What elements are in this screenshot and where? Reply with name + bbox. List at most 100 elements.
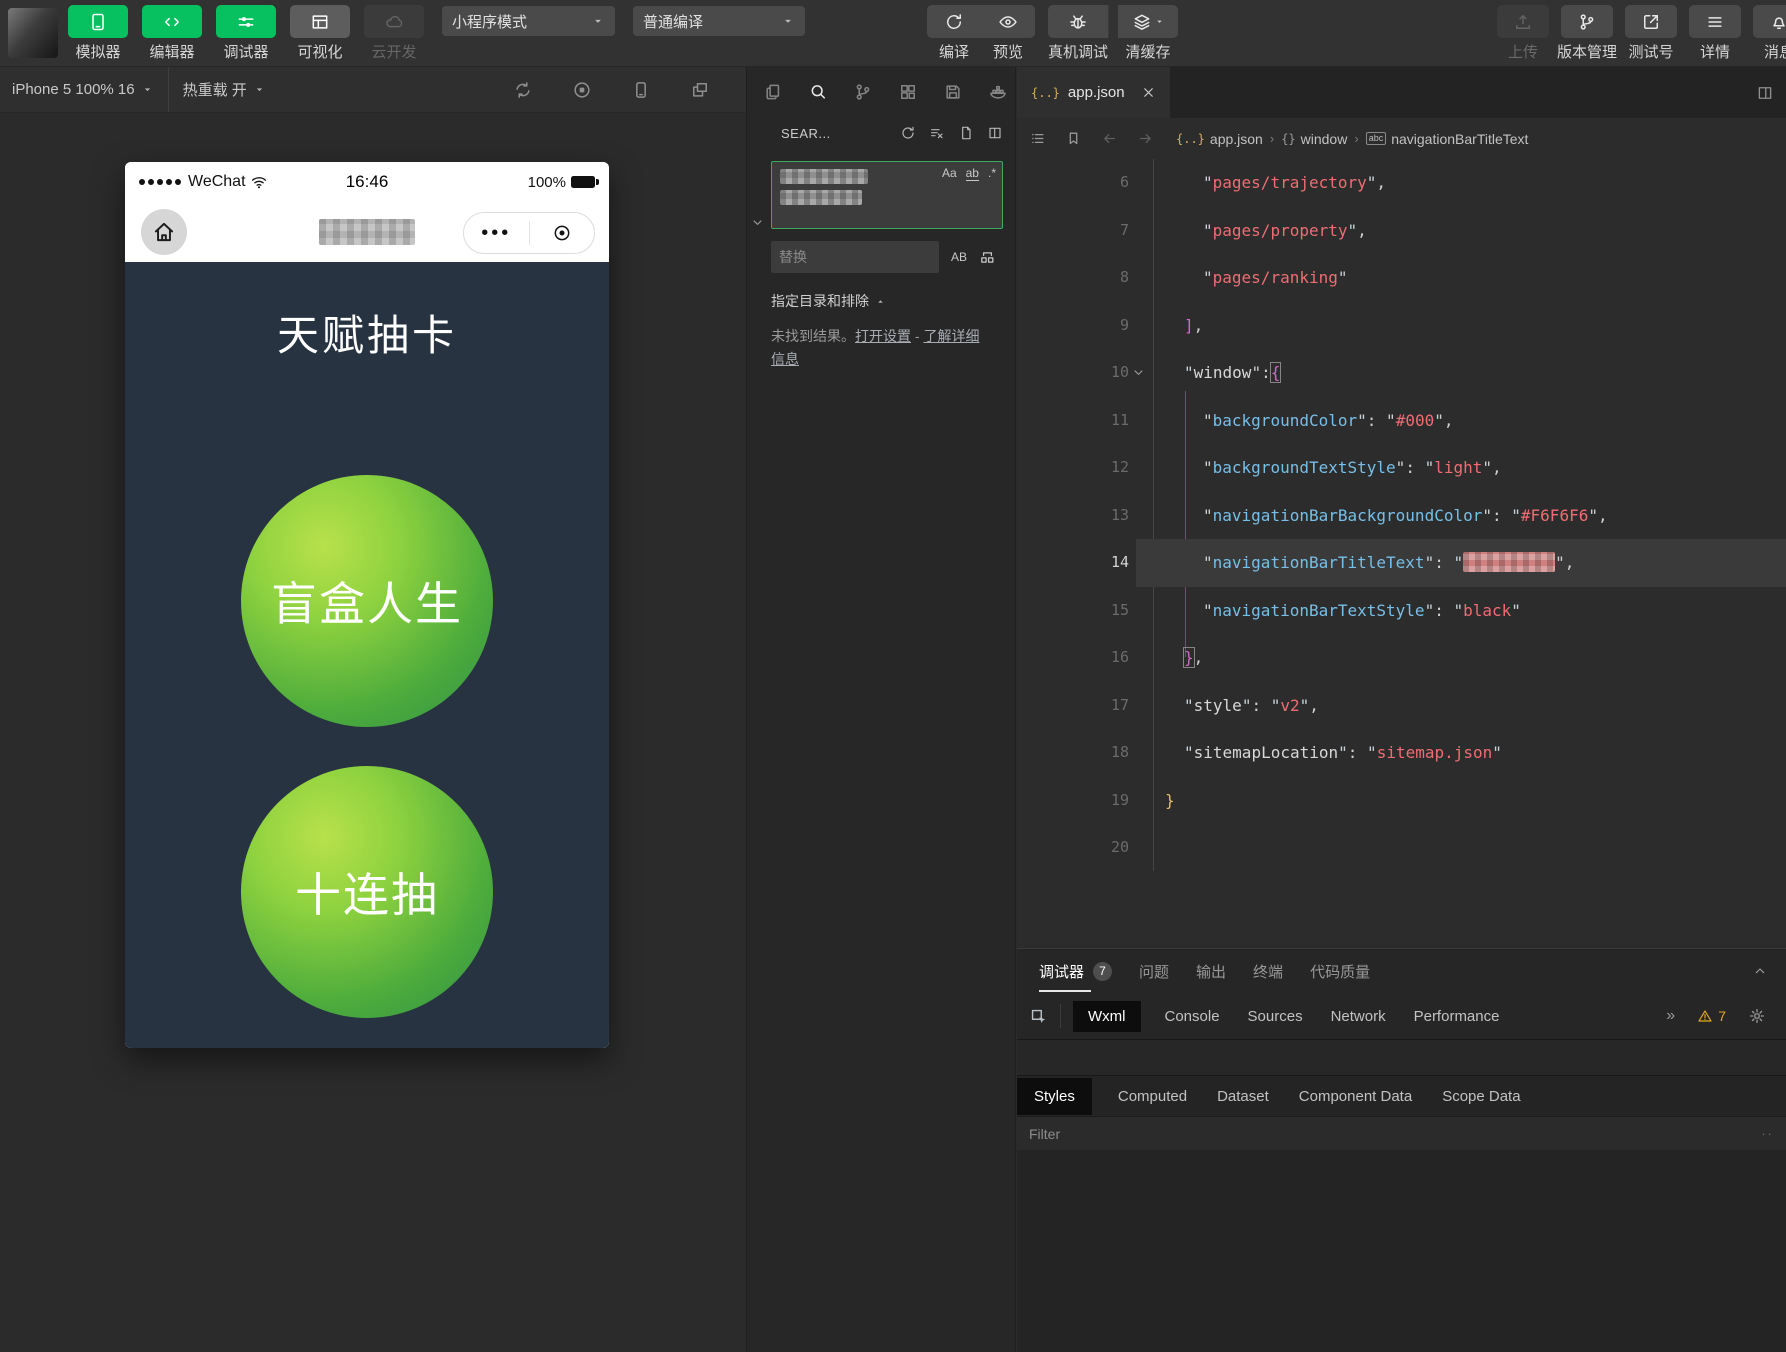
inspector-tab-performance[interactable]: Performance bbox=[1414, 1008, 1500, 1025]
hot-reload-toggle[interactable]: 热重载 开 bbox=[183, 79, 266, 100]
devtools-tab-debugger[interactable]: 调试器7 bbox=[1039, 961, 1112, 982]
filter-options-icon[interactable]: ·· bbox=[1761, 1126, 1774, 1141]
avatar[interactable] bbox=[8, 8, 58, 58]
layers-icon bbox=[1132, 12, 1152, 32]
code-line: 10"window":{ bbox=[1017, 349, 1786, 397]
inspector-tab-sources[interactable]: Sources bbox=[1248, 1008, 1303, 1025]
inspect-icon[interactable] bbox=[1029, 1007, 1048, 1026]
line-number: 16 bbox=[1017, 634, 1129, 682]
devtools-tab-output[interactable]: 输出 bbox=[1196, 961, 1226, 982]
code-token: " bbox=[1184, 363, 1194, 382]
activity-save-icon[interactable] bbox=[943, 82, 963, 102]
replace-input[interactable]: 替换 bbox=[771, 241, 939, 273]
activity-source-control-icon[interactable] bbox=[853, 82, 873, 102]
signal-dot bbox=[175, 179, 181, 185]
code-token: " bbox=[1511, 601, 1521, 620]
match-case-toggle[interactable]: Aa bbox=[942, 166, 957, 181]
more-tabs-icon[interactable]: » bbox=[1666, 1007, 1675, 1025]
inspector-tab-network[interactable]: Network bbox=[1331, 1008, 1386, 1025]
device-icon[interactable] bbox=[631, 80, 651, 100]
line-number: 18 bbox=[1017, 729, 1129, 777]
devtools-tab-label: 问题 bbox=[1139, 961, 1169, 982]
styles-tab-styles[interactable]: Styles bbox=[1017, 1078, 1092, 1115]
home-icon bbox=[151, 219, 177, 245]
code-editor[interactable]: 6"pages/trajectory",7"pages/property",8"… bbox=[1017, 159, 1786, 949]
toolbar-button-clear-cache[interactable]: 清缓存 bbox=[1121, 5, 1175, 62]
compile-dropdown[interactable]: 普通编译 bbox=[633, 6, 805, 36]
device-selector[interactable]: iPhone 5 100% 16 bbox=[0, 81, 154, 98]
clock: 16:46 bbox=[346, 172, 389, 192]
bookmark-icon[interactable] bbox=[1065, 130, 1082, 147]
breadcrumb-item[interactable]: {}window bbox=[1281, 131, 1347, 147]
gacha-button[interactable]: 盲盒人生 bbox=[241, 475, 493, 727]
styles-filter-input[interactable]: Filter bbox=[1029, 1126, 1761, 1142]
refresh-icon[interactable] bbox=[900, 125, 916, 141]
split-editor-icon[interactable] bbox=[1756, 84, 1774, 102]
open-settings-link[interactable]: 打开设置 bbox=[855, 328, 911, 344]
rotate-icon[interactable] bbox=[513, 80, 533, 100]
record-icon[interactable] bbox=[572, 80, 592, 100]
toolbar-button-label: 详情 bbox=[1700, 41, 1730, 62]
devtools-tab-terminal[interactable]: 终端 bbox=[1253, 961, 1283, 982]
styles-tab-scope-data[interactable]: Scope Data bbox=[1442, 1088, 1520, 1105]
line-number: 14 bbox=[1017, 539, 1129, 587]
open-editor-icon[interactable] bbox=[987, 125, 1003, 141]
clear-results-icon[interactable] bbox=[929, 125, 945, 141]
toolbar-tab-simulator[interactable]: 模拟器 bbox=[66, 5, 130, 62]
detach-window-icon[interactable] bbox=[690, 80, 710, 100]
code-token: " bbox=[1271, 696, 1281, 715]
regex-toggle[interactable]: .* bbox=[988, 166, 996, 181]
activity-files-icon[interactable] bbox=[763, 82, 783, 102]
gear-icon[interactable] bbox=[1748, 1007, 1766, 1025]
close-icon[interactable] bbox=[1141, 85, 1156, 100]
toolbar-tab-debugger[interactable]: 调试器 bbox=[214, 5, 278, 62]
replace-all-icon[interactable] bbox=[979, 249, 996, 266]
code-token: : bbox=[1434, 553, 1453, 572]
toolbar-button-label: 清缓存 bbox=[1125, 41, 1170, 62]
upload-icon bbox=[1497, 5, 1549, 38]
toolbar-button-preview[interactable]: 预览 bbox=[981, 5, 1035, 62]
chevron-down-icon[interactable] bbox=[1131, 365, 1146, 380]
activity-search-icon[interactable] bbox=[808, 82, 828, 102]
wechat-devtools-window: 模拟器编辑器调试器可视化云开发 小程序模式 普通编译 编译预览 真机调试清缓存 … bbox=[0, 0, 1786, 1352]
no-results-text: 未找到结果。 bbox=[771, 328, 855, 344]
toolbar-button-compile[interactable]: 编译 bbox=[927, 5, 981, 62]
activity-extensions-icon[interactable] bbox=[898, 82, 918, 102]
toolbar-button-real-device-debug[interactable]: 真机调试 bbox=[1051, 5, 1105, 62]
toolbar-tab-cloud[interactable]: 云开发 bbox=[362, 5, 426, 62]
outline-icon[interactable] bbox=[1029, 130, 1046, 147]
bug-icon bbox=[1068, 12, 1088, 32]
dom-tree-pane[interactable] bbox=[1017, 1039, 1786, 1076]
search-details-toggle[interactable]: 指定目录和排除 bbox=[771, 291, 1015, 311]
home-button[interactable] bbox=[141, 209, 187, 255]
chevron-down-icon[interactable] bbox=[750, 215, 765, 230]
more-menu-button[interactable]: ••• bbox=[464, 215, 529, 251]
gacha-button[interactable]: 十连抽 bbox=[241, 766, 493, 1018]
search-input[interactable]: Aa ab .* bbox=[771, 161, 1003, 229]
toolbar-button-test-account[interactable]: 测试号 bbox=[1624, 5, 1678, 62]
tab-app-json[interactable]: {..} app.json bbox=[1017, 67, 1170, 118]
preserve-case-toggle[interactable]: AB bbox=[951, 250, 967, 264]
toolbar-tab-editor[interactable]: 编辑器 bbox=[140, 5, 204, 62]
breadcrumb-item[interactable]: {..}app.json bbox=[1176, 131, 1263, 147]
styles-tab-computed[interactable]: Computed bbox=[1118, 1088, 1187, 1105]
styles-tab-dataset[interactable]: Dataset bbox=[1217, 1088, 1269, 1105]
code-token: " bbox=[1482, 458, 1492, 477]
capsule-record-button[interactable] bbox=[530, 223, 595, 243]
styles-tab-component-data[interactable]: Component Data bbox=[1299, 1088, 1412, 1105]
mode-dropdown[interactable]: 小程序模式 bbox=[442, 6, 615, 36]
devtools-tab-code-quality[interactable]: 代码质量 bbox=[1310, 961, 1370, 982]
toolbar-button-version-control[interactable]: 版本管理 bbox=[1560, 5, 1614, 62]
inspector-tab-console[interactable]: Console bbox=[1165, 1008, 1220, 1025]
toolbar-button-details[interactable]: 详情 bbox=[1688, 5, 1742, 62]
toolbar-button-messages[interactable]: 消息 bbox=[1752, 5, 1786, 62]
panel-collapse-icon[interactable] bbox=[1752, 963, 1768, 979]
devtools-tab-problems[interactable]: 问题 bbox=[1139, 961, 1169, 982]
new-search-editor-icon[interactable] bbox=[958, 125, 974, 141]
warnings-indicator[interactable]: 7 bbox=[1697, 1008, 1726, 1024]
breadcrumb-item[interactable]: abcnavigationBarTitleText bbox=[1366, 131, 1529, 147]
whole-word-toggle[interactable]: ab bbox=[966, 166, 979, 181]
activity-docker-icon[interactable] bbox=[988, 82, 1008, 102]
toolbar-tab-visual[interactable]: 可视化 bbox=[288, 5, 352, 62]
inspector-tab-wxml[interactable]: Wxml bbox=[1073, 1001, 1141, 1032]
